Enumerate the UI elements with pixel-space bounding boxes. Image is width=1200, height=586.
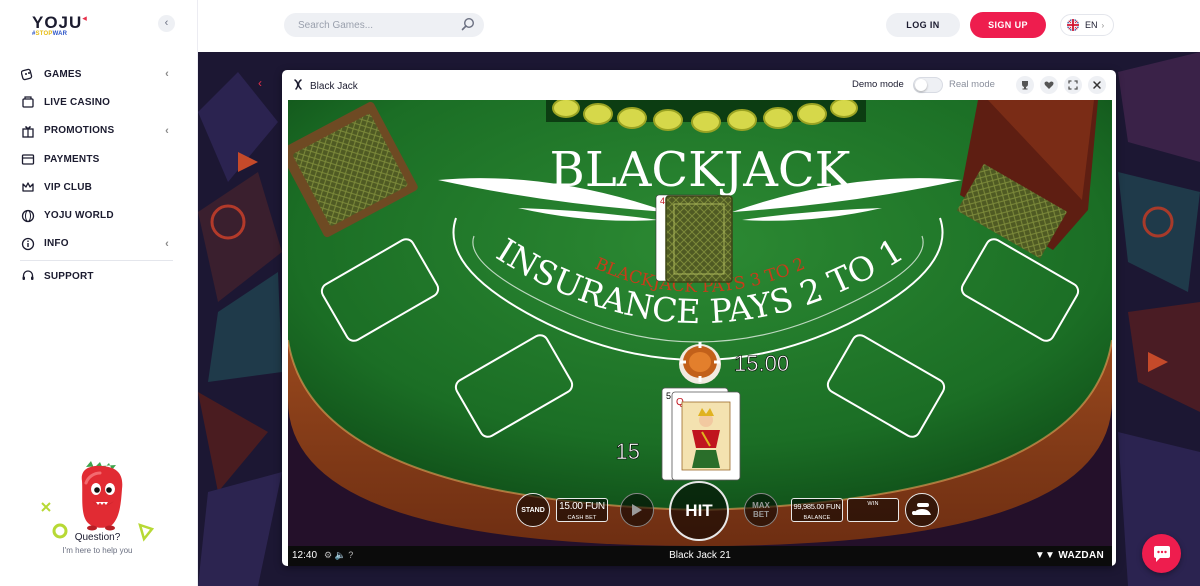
mode-toggle[interactable] (913, 77, 943, 93)
sidebar-item-games[interactable]: GAMES ‹ (20, 60, 175, 88)
player-card-1: 5 (666, 391, 671, 401)
sidebar-item-label: GAMES (44, 68, 82, 80)
search-input[interactable] (284, 13, 444, 37)
cash-bet-display[interactable]: 15.00 FUN CASH BET (556, 498, 608, 522)
sidebar-collapse-button[interactable]: ‹ (158, 15, 175, 32)
close-button[interactable] (1088, 76, 1106, 94)
sidebar-nav: GAMES ‹ LIVE CASINO PROMOTIONS ‹ PAYMENT… (20, 60, 175, 289)
info-icon (20, 236, 36, 252)
provider-name: WAZDAN (1058, 550, 1104, 561)
chat-button[interactable] (1142, 534, 1181, 573)
chat-bubble-icon (1153, 545, 1170, 562)
player-total: 15 (616, 439, 640, 464)
provider-logo: ▼▼ WAZDAN (1035, 550, 1104, 561)
turbo-button[interactable] (905, 493, 939, 527)
sidebar-item-label: VIP CLUB (44, 181, 93, 193)
sidebar-item-label: SUPPORT (44, 270, 94, 282)
real-mode-label[interactable]: Real mode (949, 79, 995, 90)
site-logo[interactable]: YOJU◂ #STOPWAR (32, 13, 88, 37)
sidebar-item-vip-club[interactable]: VIP CLUB (20, 173, 175, 201)
dice-icon (20, 66, 36, 82)
hit-button[interactable]: HIT (669, 481, 729, 541)
chevron-right-icon: › (1101, 20, 1105, 30)
back-arrow-icon[interactable]: ‹ (258, 76, 262, 90)
game-status-bar: 12:40 ⚙ 🔈 ? Black Jack 21 ▼▼ WAZDAN (288, 546, 1112, 566)
logo-text: YOJU (32, 13, 83, 32)
fullscreen-icon (1068, 80, 1078, 90)
tag-b: WAR (52, 31, 68, 37)
favorite-button[interactable] (1040, 76, 1058, 94)
autoplay-button[interactable] (620, 493, 654, 527)
sidebar-item-live-casino[interactable]: LIVE CASINO (20, 88, 175, 116)
sidebar-item-payments[interactable]: PAYMENTS (20, 145, 175, 173)
language-selector[interactable]: EN › (1060, 14, 1114, 36)
wallet-icon (20, 151, 36, 167)
fullscreen-button[interactable] (1064, 76, 1082, 94)
cards-icon (20, 94, 36, 110)
provider-mark-icon: ▼▼ (1034, 550, 1059, 561)
uk-flag-icon (1067, 19, 1079, 31)
chevron-left-icon: ‹ (165, 237, 169, 250)
game-canvas[interactable]: BLACKJACK BLACKJACK PAYS 3 TO 2 INSURANC… (288, 100, 1112, 546)
search-icon[interactable] (461, 17, 475, 36)
sidebar-item-label: PROMOTIONS (44, 125, 115, 137)
demo-mode-label: Demo mode (852, 79, 904, 90)
game-logo-icon (292, 78, 305, 94)
sidebar-item-yoju-world[interactable]: YOJU WORLD (20, 201, 175, 229)
chevron-left-icon: ‹ (165, 124, 169, 137)
close-icon (1093, 81, 1101, 89)
search-bar[interactable] (284, 13, 484, 37)
heart-icon (1044, 81, 1054, 89)
gift-icon (20, 123, 36, 139)
turtle-icon (912, 503, 931, 515)
language-code: EN (1085, 20, 1098, 30)
tag-a: STOP (35, 31, 53, 37)
sidebar-item-info[interactable]: INFO ‹ (20, 230, 175, 258)
sidebar-item-promotions[interactable]: PROMOTIONS ‹ (20, 117, 175, 145)
help-widget[interactable]: Question? I'm here to help you (40, 455, 160, 565)
stand-button[interactable]: STAND (516, 493, 550, 527)
divider (20, 260, 173, 262)
player-hand: 5 Q (661, 387, 741, 481)
crown-icon (20, 179, 36, 195)
win-display: WIN (847, 498, 899, 522)
sidebar-item-label: INFO (44, 238, 69, 250)
signup-button[interactable]: SIGN UP (970, 12, 1046, 38)
bet-amount: 15.00 (734, 351, 789, 376)
win-label: WIN (867, 501, 879, 507)
help-subtitle: I'm here to help you (62, 546, 133, 555)
dealer-upcard: 4 (660, 196, 665, 206)
play-icon (632, 504, 642, 516)
dealer-hand: 4 (655, 194, 733, 283)
sidebar-item-label: LIVE CASINO (44, 96, 111, 108)
sidebar-item-support[interactable]: SUPPORT (20, 263, 175, 289)
help-question: Question? (74, 532, 121, 543)
game-name: Black Jack 21 (669, 550, 731, 561)
sidebar-item-label: YOJU WORLD (44, 210, 114, 222)
trophy-button[interactable] (1016, 76, 1034, 94)
chevron-left-icon: ‹ (165, 68, 169, 81)
top-header: LOG IN SIGN UP EN › (198, 0, 1200, 52)
trophy-icon (1022, 81, 1028, 90)
balance-display: 99,985.00 FUN BALANCE (791, 498, 843, 522)
blackjack-table: BLACKJACK BLACKJACK PAYS 3 TO 2 INSURANC… (288, 100, 1112, 546)
balance-label: BALANCE (803, 515, 831, 521)
table-title: BLACKJACK (550, 142, 852, 198)
toggle-knob (915, 79, 927, 91)
sidebar: YOJU◂ #STOPWAR ‹ GAMES ‹ LIVE CASINO PRO… (0, 0, 198, 586)
balance-value: 99,985.00 FUN (793, 502, 841, 511)
sidebar-item-label: PAYMENTS (44, 153, 100, 165)
headset-icon (20, 268, 36, 284)
cash-bet-value: 15.00 FUN (559, 501, 605, 512)
game-title: Black Jack (310, 80, 358, 92)
max-bet-button[interactable]: MAX BET (744, 493, 778, 527)
login-button[interactable]: LOG IN (886, 13, 960, 37)
game-window-title: Black Jack (292, 78, 358, 94)
globe-icon (20, 208, 36, 224)
cash-bet-label: CASH BET (567, 515, 597, 521)
